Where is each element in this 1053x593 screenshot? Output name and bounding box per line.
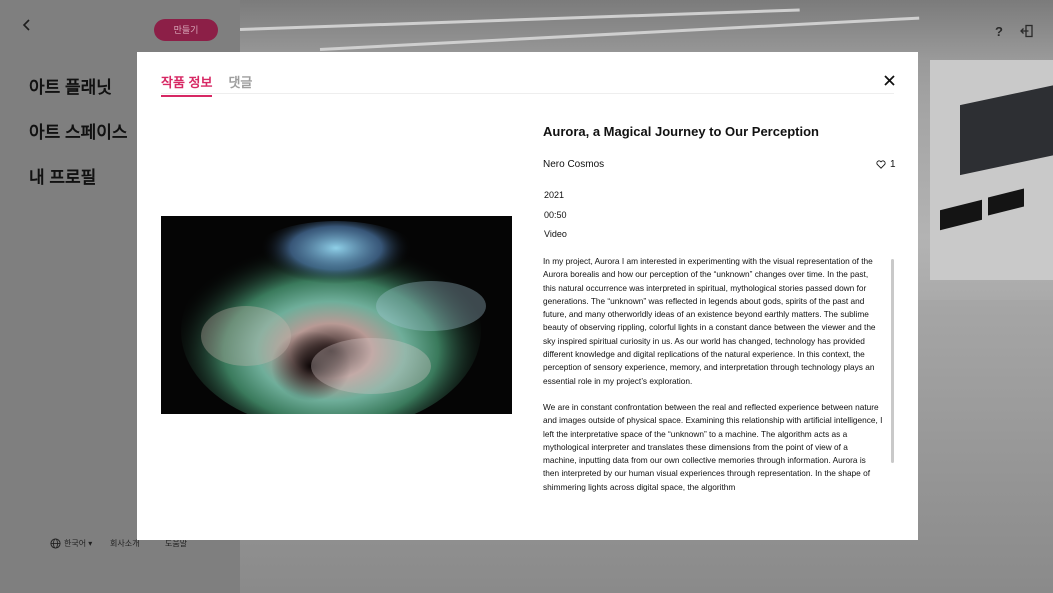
nav-item-art-planet[interactable]: 아트 플래닛 bbox=[29, 73, 112, 98]
artwork-year: 2021 bbox=[544, 190, 565, 200]
help-button[interactable]: ? bbox=[990, 22, 1008, 40]
chevron-left-icon bbox=[22, 19, 30, 31]
artwork-detail-modal: 작품 정보 댓글 Aurora, a Magical Journey to Ou… bbox=[137, 52, 918, 540]
back-button[interactable] bbox=[22, 18, 36, 36]
exit-icon bbox=[1020, 24, 1033, 38]
close-icon bbox=[883, 75, 895, 86]
artwork-duration: 00:50 bbox=[544, 210, 567, 220]
description-scrollbar[interactable] bbox=[891, 259, 894, 463]
like-button[interactable]: 1 bbox=[876, 159, 896, 170]
artist-name[interactable]: Nero Cosmos bbox=[543, 159, 604, 170]
help-icon: ? bbox=[995, 23, 1003, 39]
globe-icon bbox=[50, 538, 61, 549]
language-label: 한국어 ▾ bbox=[64, 539, 93, 548]
close-button[interactable] bbox=[883, 75, 895, 87]
like-count: 1 bbox=[890, 159, 896, 170]
artwork-title: Aurora, a Magical Journey to Our Percept… bbox=[543, 124, 819, 139]
nav-item-art-space[interactable]: 아트 스페이스 bbox=[29, 118, 128, 143]
artwork-medium: Video bbox=[544, 229, 567, 239]
artwork-description[interactable]: In my project, Aurora I am interested in… bbox=[543, 255, 883, 508]
footer-link-company[interactable]: 회사소개 bbox=[110, 538, 139, 549]
description-paragraph: We are in constant confrontation between… bbox=[543, 401, 883, 492]
nav-item-my-profile[interactable]: 내 프로필 bbox=[29, 163, 96, 188]
language-selector[interactable]: 한국어 ▾ bbox=[50, 538, 92, 549]
heart-icon bbox=[876, 160, 886, 169]
tab-divider bbox=[161, 93, 894, 94]
artwork-video[interactable] bbox=[161, 216, 512, 414]
make-button[interactable]: 만들기 bbox=[154, 19, 218, 41]
description-paragraph: In my project, Aurora I am interested in… bbox=[543, 256, 876, 386]
exit-button[interactable] bbox=[1018, 22, 1036, 40]
artwork-image bbox=[161, 216, 512, 414]
